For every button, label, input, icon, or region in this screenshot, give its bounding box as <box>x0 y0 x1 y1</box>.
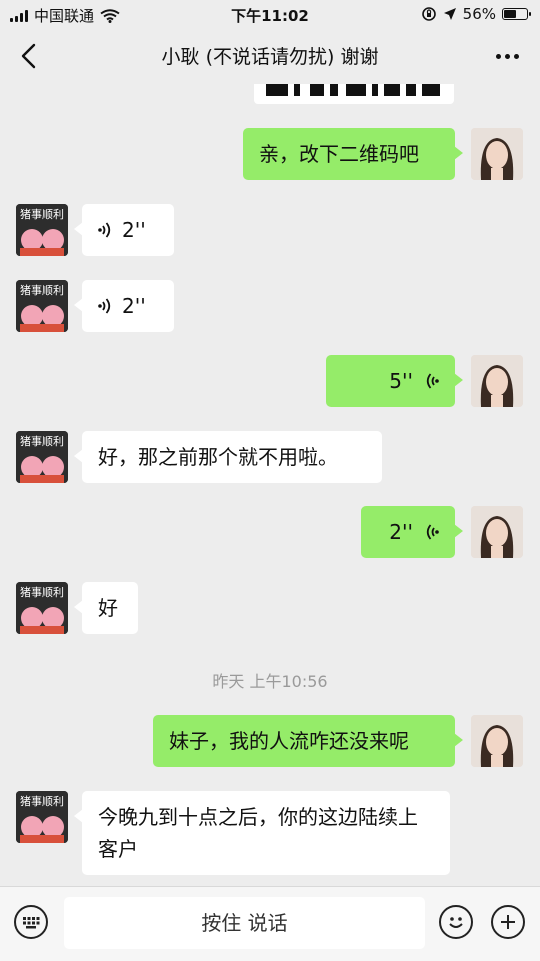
voice-message-out[interactable]: 2'' <box>361 506 463 558</box>
my-avatar[interactable] <box>471 128 523 180</box>
contact-avatar[interactable]: 猪事顺利 <box>16 582 68 634</box>
input-bar: 按住 说话 <box>0 886 540 961</box>
message-text: 好，那之前那个就不用啦。 <box>98 445 338 469</box>
message-bubble-in[interactable]: 好，那之前那个就不用啦。 <box>74 431 382 483</box>
timestamp-separator: 昨天 上午10:56 <box>212 672 328 691</box>
pig-avatar-image: 猪事顺利 <box>16 204 68 256</box>
message-bubble-out[interactable]: 妹子，我的人流咋还没来呢 <box>153 715 463 767</box>
message-text: 亲，改下二维码吧 <box>259 142 419 166</box>
voice-wave-icon <box>98 222 111 238</box>
chat-title: 小耿 (不说话请勿扰) 谢谢 <box>161 46 379 68</box>
orientation-lock-icon <box>421 7 436 21</box>
qr-code-image-partial[interactable] <box>254 84 454 104</box>
girl-avatar-image <box>471 506 523 558</box>
voice-message-out[interactable]: 5'' <box>326 355 463 407</box>
girl-avatar-image <box>471 355 523 407</box>
more-dots-icon[interactable] <box>492 42 522 70</box>
chat-header: 小耿 (不说话请勿扰) 谢谢 <box>0 28 540 84</box>
voice-wave-icon <box>426 524 439 540</box>
status-bar: 中国联通 下午11:02 56% <box>0 0 540 28</box>
girl-avatar-image <box>471 128 523 180</box>
message-bubble-out[interactable]: 亲，改下二维码吧 <box>243 128 463 180</box>
svg-text:猪事顺利: 猪事顺利 <box>20 435 64 448</box>
hold-to-talk-button[interactable]: 按住 说话 <box>64 897 425 949</box>
contact-avatar[interactable]: 猪事顺利 <box>16 791 68 843</box>
voice-message-in[interactable]: 2'' <box>74 280 174 332</box>
my-avatar[interactable] <box>471 506 523 558</box>
svg-text:猪事顺利: 猪事顺利 <box>20 208 64 221</box>
voice-duration: 2'' <box>122 218 146 242</box>
voice-duration: 2'' <box>122 294 146 318</box>
contact-avatar[interactable]: 猪事顺利 <box>16 431 68 483</box>
my-avatar[interactable] <box>471 355 523 407</box>
message-bubble-in[interactable]: 今晚九到十点之后，你的这边陆续上客户 <box>74 791 450 875</box>
contact-avatar[interactable]: 猪事顺利 <box>16 280 68 332</box>
battery-icon <box>502 8 531 20</box>
back-chevron-icon[interactable] <box>14 40 44 72</box>
voice-wave-icon <box>426 373 439 389</box>
message-text: 今晚九到十点之后，你的这边陆续上客户 <box>98 805 418 861</box>
voice-wave-icon <box>98 298 111 314</box>
message-text: 好 <box>98 596 118 620</box>
svg-text:猪事顺利: 猪事顺利 <box>20 795 64 808</box>
status-right: 56% <box>421 5 531 23</box>
pig-avatar-image: 猪事顺利 <box>16 280 68 332</box>
svg-text:猪事顺利: 猪事顺利 <box>20 586 64 599</box>
plus-icon[interactable] <box>491 905 525 939</box>
battery-percent: 56% <box>462 5 496 23</box>
pig-avatar-image: 猪事顺利 <box>16 791 68 843</box>
pig-avatar-image: 猪事顺利 <box>16 582 68 634</box>
voice-duration: 5'' <box>389 369 413 393</box>
voice-duration: 2'' <box>389 520 413 544</box>
message-bubble-in[interactable]: 好 <box>74 582 138 634</box>
keyboard-icon[interactable] <box>14 905 48 939</box>
voice-message-in[interactable]: 2'' <box>74 204 174 256</box>
svg-text:猪事顺利: 猪事顺利 <box>20 284 64 297</box>
girl-avatar-image <box>471 715 523 767</box>
contact-avatar[interactable]: 猪事顺利 <box>16 204 68 256</box>
pig-avatar-image: 猪事顺利 <box>16 431 68 483</box>
message-text: 妹子，我的人流咋还没来呢 <box>169 729 409 753</box>
my-avatar[interactable] <box>471 715 523 767</box>
emoji-icon[interactable] <box>439 905 473 939</box>
location-arrow-icon <box>443 8 456 20</box>
